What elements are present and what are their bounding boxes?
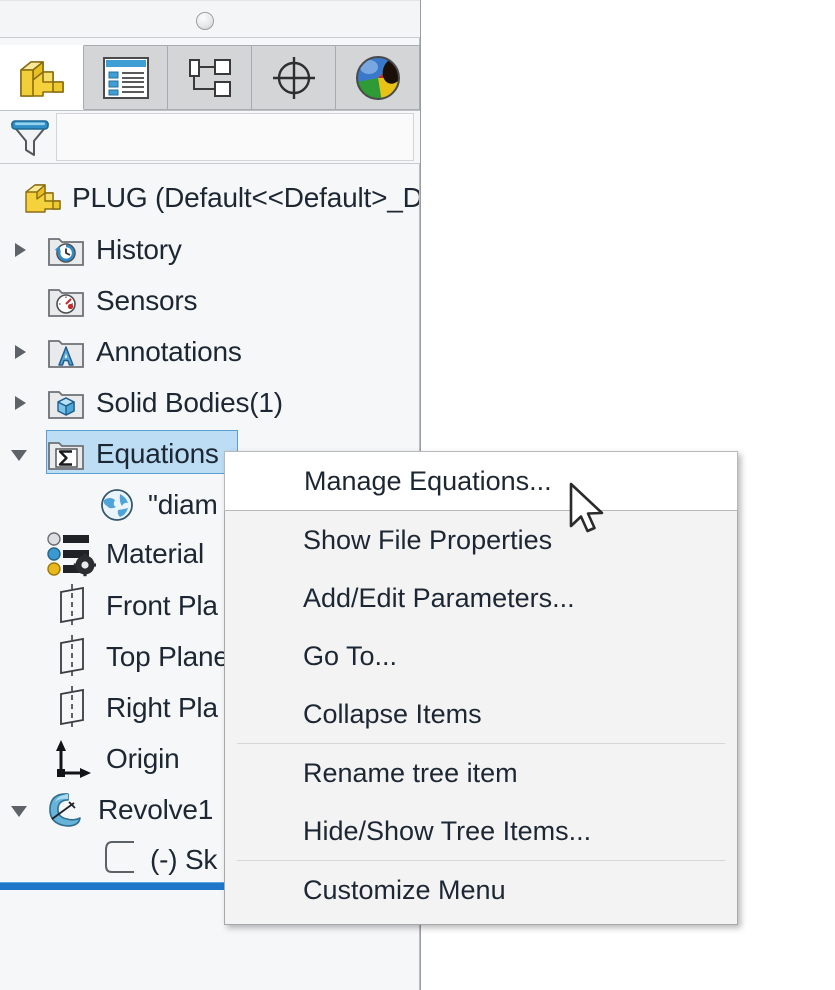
tree-item-label: Top Plane bbox=[106, 641, 229, 672]
tree-item-label: Solid Bodies(1) bbox=[96, 387, 283, 418]
panel-splitter-bar[interactable] bbox=[0, 0, 420, 38]
search-input[interactable] bbox=[56, 113, 414, 161]
collapse-arrow-icon[interactable] bbox=[10, 445, 28, 463]
tree-item-sensors[interactable]: Sensors bbox=[0, 278, 419, 324]
tree-item-label: Annotations bbox=[96, 336, 242, 367]
tree-item-label: Origin bbox=[106, 743, 180, 774]
tab-feature-manager-design-tree[interactable] bbox=[0, 45, 84, 110]
annotations-folder-icon bbox=[48, 340, 84, 368]
tree-item-label: Front Pla bbox=[106, 590, 218, 621]
crosshair-target-icon bbox=[272, 56, 315, 99]
tree-item-label: PLUG (Default<<Default>_Di bbox=[72, 182, 419, 213]
expand-arrow-placeholder bbox=[4, 189, 22, 207]
expand-arrow-icon[interactable] bbox=[10, 241, 28, 259]
origin-axes-icon bbox=[56, 740, 91, 778]
tree-item-history[interactable]: History bbox=[0, 227, 419, 273]
revolve-feature-icon bbox=[49, 793, 81, 827]
tree-item-root[interactable]: PLUG (Default<<Default>_Di bbox=[0, 175, 419, 221]
yellow-part-icon bbox=[19, 60, 64, 97]
mouse-pointer bbox=[569, 482, 604, 533]
global-variable-globe-icon bbox=[101, 489, 133, 521]
tree-item-label: Material bbox=[106, 538, 204, 569]
property-list-icon bbox=[102, 56, 149, 99]
solid-bodies-folder-icon bbox=[48, 391, 84, 419]
menu-item-manage-equations[interactable]: Manage Equations... bbox=[224, 451, 738, 511]
plane-icon bbox=[60, 635, 84, 679]
tab-display-manager[interactable] bbox=[336, 45, 420, 110]
tree-item-label: (-) Sk bbox=[150, 844, 218, 875]
context-menu: Manage Equations... Show File Properties… bbox=[224, 451, 738, 925]
menu-item-collapse-items[interactable]: Collapse Items bbox=[225, 685, 737, 743]
plane-icon bbox=[60, 686, 84, 730]
tree-item-label: History bbox=[96, 234, 182, 265]
sketch-branch-icon bbox=[105, 841, 134, 873]
tree-item-label: Sensors bbox=[96, 285, 198, 316]
menu-item-go-to[interactable]: Go To... bbox=[225, 627, 737, 685]
filter-row bbox=[0, 111, 420, 164]
configuration-tree-icon bbox=[188, 58, 231, 97]
expand-arrow-icon[interactable] bbox=[10, 394, 28, 412]
manager-tab-strip bbox=[0, 45, 420, 111]
menu-item-show-file-properties[interactable]: Show File Properties bbox=[225, 511, 737, 569]
tree-item-label: Equations bbox=[96, 438, 219, 469]
tab-configuration-manager[interactable] bbox=[168, 45, 252, 110]
tab-property-manager[interactable] bbox=[84, 45, 168, 110]
color-sphere-icon bbox=[355, 55, 400, 100]
tree-item-label: "diam bbox=[148, 489, 218, 520]
menu-item-add-edit-parameters[interactable]: Add/Edit Parameters... bbox=[225, 569, 737, 627]
menu-item-rename-tree-item[interactable]: Rename tree item bbox=[225, 744, 737, 802]
tree-item-label: Right Pla bbox=[106, 692, 218, 723]
material-icon bbox=[47, 532, 96, 577]
equations-folder-icon bbox=[48, 442, 84, 470]
part-icon bbox=[25, 184, 61, 213]
tab-dimxpert-manager[interactable] bbox=[252, 45, 336, 110]
menu-item-customize-menu[interactable]: Customize Menu bbox=[225, 861, 737, 919]
expand-arrow-placeholder bbox=[10, 292, 28, 310]
tree-item-label: Revolve1 bbox=[98, 794, 214, 825]
splitter-grip-handle[interactable] bbox=[196, 12, 214, 30]
tree-item-solid-bodies[interactable]: Solid Bodies(1) bbox=[0, 380, 419, 426]
history-folder-icon bbox=[48, 238, 84, 266]
tree-item-annotations[interactable]: Annotations bbox=[0, 329, 419, 375]
menu-item-hide-show-tree-items[interactable]: Hide/Show Tree Items... bbox=[225, 802, 737, 860]
sensors-folder-icon bbox=[48, 289, 84, 317]
funnel-filter-icon[interactable] bbox=[8, 117, 52, 159]
plane-icon bbox=[60, 584, 84, 628]
collapse-arrow-icon[interactable] bbox=[10, 801, 28, 819]
expand-arrow-icon[interactable] bbox=[10, 343, 28, 361]
